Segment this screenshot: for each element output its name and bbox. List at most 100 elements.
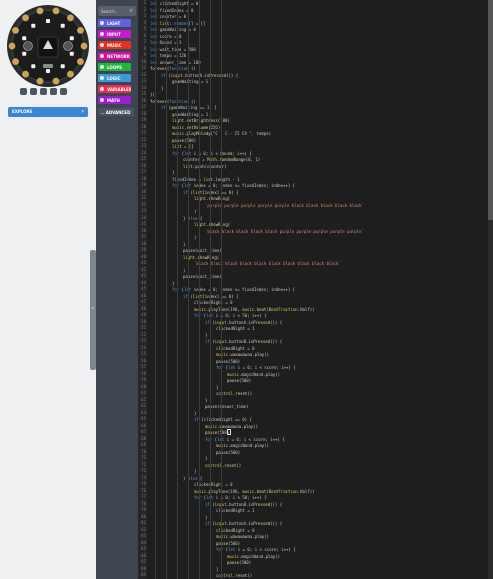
category-input[interactable]: INPUT xyxy=(98,30,131,38)
gpio-pad[interactable] xyxy=(67,70,74,78)
line-number: 83 xyxy=(141,533,146,538)
category-variables[interactable]: VARIABLES xyxy=(98,85,131,93)
code-line[interactable]: pause(500) xyxy=(227,559,251,566)
stop-icon[interactable] xyxy=(30,88,37,95)
code-line[interactable]: `black black black black black purple pu… xyxy=(205,228,364,235)
line-number: 77 xyxy=(141,494,146,499)
gpio-pad[interactable] xyxy=(36,77,44,85)
neopixel-led xyxy=(60,23,65,28)
line-number: 16 xyxy=(141,97,146,103)
neopixel-led xyxy=(31,23,36,28)
line-number: 41 xyxy=(141,260,146,265)
code-line[interactable]: `black black black black black black bla… xyxy=(194,260,341,267)
scrollbar-thumb[interactable] xyxy=(488,0,493,220)
advanced-toggle[interactable]: ⌄ ADVANCED xyxy=(98,108,134,116)
line-number: 22 xyxy=(141,136,146,142)
code-line[interactable]: list.push(counter) xyxy=(183,163,226,170)
editor-scrollbar[interactable] xyxy=(488,0,493,579)
circuit-playground-board[interactable] xyxy=(6,4,90,88)
code-area[interactable]: let clickedRight = 0 let fixedIndex = 0 le… xyxy=(150,0,490,579)
line-number: 55 xyxy=(141,351,146,356)
category-icon xyxy=(100,43,104,47)
simulator-panel: EXPLORE › ‹ xyxy=(0,0,96,579)
line-number: 5 xyxy=(143,26,146,31)
category-network[interactable]: NETWORK xyxy=(98,52,131,60)
line-number: 45 xyxy=(141,286,146,291)
gpio-pad[interactable] xyxy=(22,70,29,78)
line-number: 4 xyxy=(143,19,146,25)
neopixel-led xyxy=(46,19,50,23)
line-number: 79 xyxy=(141,507,146,512)
gpio-pad[interactable] xyxy=(12,26,19,34)
neopixel-led xyxy=(69,36,74,41)
line-number: 39 xyxy=(141,247,146,252)
code-line[interactable]: pause(500) xyxy=(216,449,240,456)
neopixel-led xyxy=(69,51,74,56)
play-icon[interactable] xyxy=(20,88,27,95)
category-loops[interactable]: LOOPS xyxy=(98,63,131,71)
category-label: VARIABLES xyxy=(107,87,131,92)
category-light[interactable]: LIGHT xyxy=(98,19,131,27)
line-number: 24 xyxy=(141,149,146,155)
code-line[interactable]: ) xyxy=(194,234,196,241)
code-line[interactable]: `purple purple purple purple purple blac… xyxy=(205,202,364,209)
mute-icon[interactable] xyxy=(50,88,57,95)
line-number: 66 xyxy=(141,422,146,428)
line-number: 47 xyxy=(141,299,146,304)
restart-icon[interactable] xyxy=(40,88,47,95)
gpio-pad[interactable] xyxy=(12,58,19,66)
gpio-pad[interactable] xyxy=(36,7,44,15)
line-number: 88 xyxy=(141,565,146,571)
toolbox-search[interactable]: Search... ⌕ xyxy=(98,6,136,16)
button-b[interactable] xyxy=(63,41,73,51)
code-line[interactable]: } xyxy=(161,85,163,92)
gpio-pad[interactable] xyxy=(80,42,88,50)
line-number: 73 xyxy=(141,468,146,473)
category-math[interactable]: MATH xyxy=(98,96,131,104)
line-number: 81 xyxy=(141,520,146,525)
neopixel-led xyxy=(31,64,36,69)
line-number: 75 xyxy=(141,481,146,486)
gpio-pad[interactable] xyxy=(67,14,74,22)
fullscreen-icon[interactable] xyxy=(60,88,67,95)
line-number: 38 xyxy=(141,240,146,246)
code-line[interactable]: pause(answer_time) xyxy=(205,403,248,410)
line-number: 34 xyxy=(141,214,146,220)
gpio-pad[interactable] xyxy=(77,58,84,66)
gpio-pad[interactable] xyxy=(77,26,84,34)
neopixel-led xyxy=(60,64,65,69)
line-number: 60 xyxy=(141,383,146,389)
category-music[interactable]: MUSIC xyxy=(98,41,131,49)
button-a[interactable] xyxy=(23,41,33,51)
line-number: 85 xyxy=(141,546,146,551)
indent-guide xyxy=(155,0,156,579)
gpio-pad[interactable] xyxy=(52,7,60,15)
code-editor[interactable]: 1 2 3 4 5 6 7 8 9 10 11 12 13 14 15 16 17 18 19 20 21 22 23 24 2… xyxy=(138,0,492,579)
indent-guide xyxy=(210,0,211,579)
line-number: 29 xyxy=(141,182,146,187)
line-number: 80 xyxy=(141,513,146,519)
category-logic[interactable]: LOGIC xyxy=(98,74,131,82)
line-number: 36 xyxy=(141,227,146,233)
line-number: 63 xyxy=(141,403,146,408)
explore-button[interactable]: EXPLORE › xyxy=(8,107,88,117)
category-icon xyxy=(100,21,104,25)
category-icon xyxy=(100,32,104,36)
line-number: 10 xyxy=(141,58,146,64)
line-number: 58 xyxy=(141,370,146,376)
line-number: 37 xyxy=(141,234,146,239)
line-number: 46 xyxy=(141,292,146,298)
code-line[interactable]: pause(500) xyxy=(227,377,251,384)
gpio-pad[interactable] xyxy=(52,77,60,85)
line-number: 13 xyxy=(141,78,146,83)
line-number: 18 xyxy=(141,110,146,116)
gpio-pad[interactable] xyxy=(8,42,16,50)
neopixel-led xyxy=(22,51,27,56)
line-number: 23 xyxy=(141,143,146,148)
line-number: 78 xyxy=(141,500,146,506)
category-label: INPUT xyxy=(107,32,121,37)
slide-switch[interactable] xyxy=(43,64,53,68)
line-number: 50 xyxy=(141,318,146,324)
line-number: 71 xyxy=(141,455,146,460)
gpio-pad[interactable] xyxy=(22,14,29,22)
